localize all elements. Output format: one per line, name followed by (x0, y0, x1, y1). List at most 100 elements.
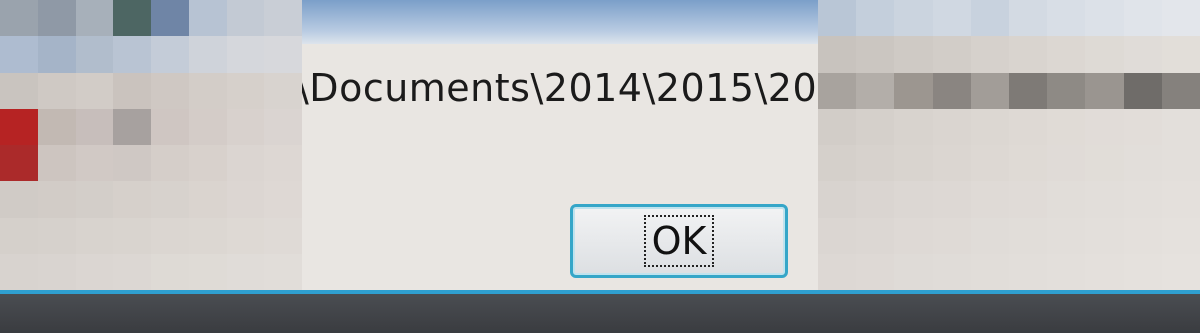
blur-block (856, 181, 895, 218)
blur-block (1161, 108, 1200, 145)
blur-block (0, 145, 38, 182)
blur-block (1009, 217, 1048, 254)
blur-block (1161, 253, 1200, 290)
blur-block (226, 36, 265, 73)
blur-block (0, 36, 38, 73)
blur-block (1123, 108, 1162, 145)
dialog-titlebar (302, 0, 818, 44)
blur-block (856, 253, 895, 290)
blur-block (113, 0, 151, 37)
blur-block (37, 0, 76, 37)
blur-block (970, 217, 1009, 254)
blur-block (894, 253, 933, 290)
blur-block (264, 181, 302, 218)
blur-block (1009, 36, 1048, 73)
blur-block (818, 108, 857, 145)
blur-block (932, 108, 971, 145)
blur-block (818, 0, 857, 37)
blur-block (37, 217, 76, 254)
blur-block (932, 217, 971, 254)
blur-block (151, 253, 189, 290)
blur-block (894, 145, 933, 182)
blur-block (1009, 72, 1048, 109)
blur-block (37, 72, 76, 109)
blur-block (1009, 181, 1048, 218)
ok-button[interactable]: OK (570, 204, 788, 278)
blur-block (1123, 72, 1162, 109)
blur-block (75, 72, 114, 109)
blur-block (1085, 145, 1124, 182)
blur-block (856, 72, 895, 109)
blur-block (264, 217, 302, 254)
blur-block (226, 0, 265, 37)
blur-block (188, 0, 227, 37)
blur-block (264, 253, 302, 290)
blur-block (856, 145, 895, 182)
blur-block (113, 145, 151, 182)
blur-block (226, 253, 265, 290)
blur-block (113, 181, 151, 218)
blur-block (818, 217, 857, 254)
blur-block (1123, 217, 1162, 254)
blur-block (932, 72, 971, 109)
blur-block (1047, 108, 1086, 145)
blur-block (856, 108, 895, 145)
blur-block (1161, 0, 1200, 37)
blur-block (894, 108, 933, 145)
blur-block (75, 108, 114, 145)
blur-block (37, 36, 76, 73)
blur-block (818, 72, 857, 109)
blur-block (1047, 36, 1086, 73)
blur-block (894, 0, 933, 37)
blur-block (188, 36, 227, 73)
blur-block (226, 72, 265, 109)
blur-block (1123, 253, 1162, 290)
blur-block (970, 108, 1009, 145)
blur-block (1047, 181, 1086, 218)
blur-block (1085, 108, 1124, 145)
blur-block (188, 145, 227, 182)
blur-block (970, 181, 1009, 218)
blur-block (113, 108, 151, 145)
blur-block (1047, 72, 1086, 109)
blur-block (818, 253, 857, 290)
blur-block (1047, 253, 1086, 290)
blur-block (856, 217, 895, 254)
blur-block (0, 72, 38, 109)
blur-block (932, 0, 971, 37)
blur-block (151, 145, 189, 182)
blur-block (264, 72, 302, 109)
blur-block (856, 36, 895, 73)
blur-block (1161, 145, 1200, 182)
blur-block (188, 72, 227, 109)
blur-block (75, 181, 114, 218)
blur-block (1047, 145, 1086, 182)
blur-block (1161, 36, 1200, 73)
blur-block (188, 181, 227, 218)
blur-block (1085, 0, 1124, 37)
blur-block (1009, 145, 1048, 182)
blur-block (75, 145, 114, 182)
blur-block (1123, 181, 1162, 218)
blur-block (970, 253, 1009, 290)
blur-block (264, 36, 302, 73)
blur-block (1085, 181, 1124, 218)
blur-block (226, 217, 265, 254)
blur-block (37, 253, 76, 290)
blur-block (226, 108, 265, 145)
blur-block (264, 0, 302, 37)
blur-block (75, 217, 114, 254)
blur-block (151, 181, 189, 218)
blur-block (1123, 145, 1162, 182)
blur-block (226, 145, 265, 182)
blur-block (75, 253, 114, 290)
blur-block (37, 145, 76, 182)
blur-block (1047, 217, 1086, 254)
blur-block (113, 253, 151, 290)
blur-block (1009, 108, 1048, 145)
pixelated-background-right (818, 0, 1200, 290)
blur-block (113, 36, 151, 73)
blur-block (818, 145, 857, 182)
blur-block (0, 217, 38, 254)
blur-block (1085, 217, 1124, 254)
